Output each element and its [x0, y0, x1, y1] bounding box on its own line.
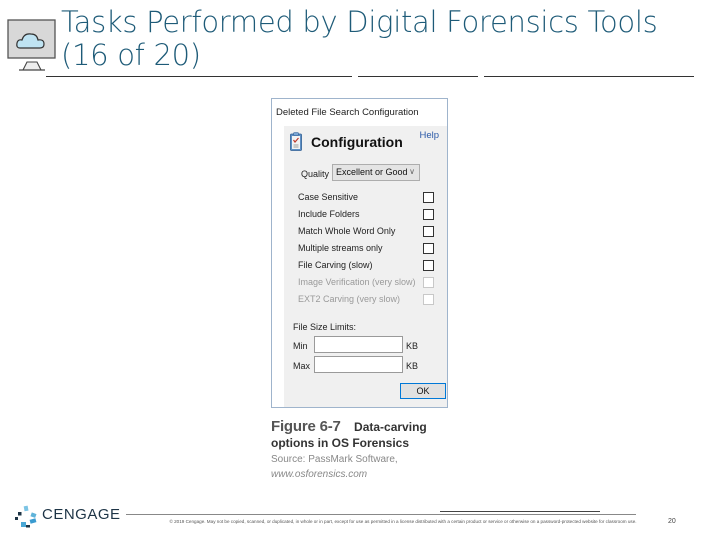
option-label: Image Verification (very slow): [298, 277, 416, 287]
cengage-logo-icon: [15, 505, 37, 528]
figure-caption-line1: Data-carving: [354, 420, 427, 434]
cengage-brand: CENGAGE: [42, 506, 121, 523]
figure-caption: Figure 6-7 Data-carving options in OS Fo…: [271, 418, 427, 480]
slide-title: Tasks Performed by Digital Forensics Too…: [61, 5, 658, 72]
max-size-input[interactable]: [314, 356, 403, 373]
multiple-streams-checkbox[interactable]: [423, 243, 434, 254]
title-divider-gap: [352, 74, 358, 78]
option-include-folders: Include Folders: [298, 209, 434, 223]
copyright-notice: © 2019 Cengage. May not be copied, scann…: [169, 519, 637, 524]
option-case-sensitive: Case Sensitive: [298, 192, 434, 206]
option-match-whole-word: Match Whole Word Only: [298, 226, 434, 240]
file-size-limits-label: File Size Limits:: [293, 322, 357, 332]
max-unit-label: KB: [406, 361, 419, 371]
option-label: Include Folders: [298, 209, 360, 219]
max-label: Max: [293, 361, 311, 371]
option-multiple-streams: Multiple streams only: [298, 243, 434, 257]
page-number: 20: [668, 518, 676, 525]
chevron-down-icon: ∨: [409, 167, 415, 176]
footer-divider-accent: [440, 511, 600, 512]
option-ext2-carving: EXT2 Carving (very slow): [298, 294, 434, 308]
option-label: Multiple streams only: [298, 243, 383, 253]
min-label: Min: [293, 341, 308, 351]
dialog-left-strip: [272, 126, 284, 407]
ext2-carving-checkbox: [423, 294, 434, 305]
ok-button[interactable]: OK: [400, 383, 446, 399]
dialog-body: Configuration Help Quality Excellent or …: [284, 126, 447, 407]
image-verification-checkbox: [423, 277, 434, 288]
figure-source: Source: PassMark Software,: [271, 454, 398, 465]
option-label: Case Sensitive: [298, 192, 359, 202]
clipboard-checklist-icon: [290, 132, 302, 151]
file-carving-checkbox[interactable]: [423, 260, 434, 271]
option-label: File Carving (slow): [298, 260, 373, 270]
quality-label: Quality: [301, 169, 330, 179]
deleted-file-search-dialog: Deleted File Search Configuration Config…: [271, 98, 448, 408]
footer-divider: [126, 514, 636, 515]
monitor-cloud-icon: [7, 19, 56, 71]
option-file-carving: File Carving (slow): [298, 260, 434, 274]
figure-number: Figure 6-7: [271, 418, 341, 435]
option-label: EXT2 Carving (very slow): [298, 294, 401, 304]
option-label: Match Whole Word Only: [298, 226, 396, 236]
quality-selected-value: Excellent or Good: [336, 167, 408, 177]
configuration-heading: Configuration: [311, 134, 403, 150]
min-size-input[interactable]: [314, 336, 403, 353]
option-image-verification: Image Verification (very slow): [298, 277, 434, 291]
slide-title-line2: (16 of 20): [61, 38, 201, 72]
include-folders-checkbox[interactable]: [423, 209, 434, 220]
min-unit-label: KB: [406, 341, 419, 351]
figure-source-url: www.osforensics.com: [271, 469, 368, 480]
case-sensitive-checkbox[interactable]: [423, 192, 434, 203]
title-divider-gap: [478, 74, 484, 78]
quality-dropdown[interactable]: Excellent or Good ∨: [332, 164, 420, 181]
dialog-title: Deleted File Search Configuration: [272, 99, 447, 125]
figure-caption-line2: options in OS Forensics: [271, 436, 410, 450]
title-divider: [46, 76, 694, 77]
match-whole-word-checkbox[interactable]: [423, 226, 434, 237]
help-link[interactable]: Help: [419, 130, 439, 141]
slide-title-line1: Tasks Performed by Digital Forensics Too…: [61, 5, 658, 39]
